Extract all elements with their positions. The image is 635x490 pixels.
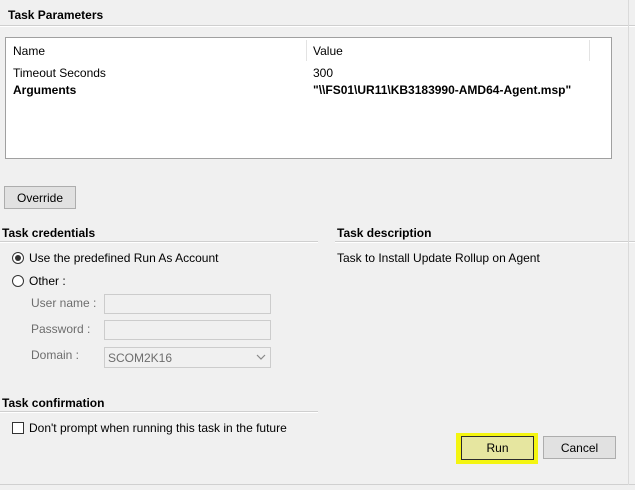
task-description-title: Task description — [337, 226, 432, 240]
column-header-value[interactable]: Value — [313, 44, 343, 58]
dont-prompt-label[interactable]: Don't prompt when running this task in t… — [29, 421, 287, 435]
task-credentials-title: Task credentials — [2, 226, 96, 240]
dont-prompt-checkbox[interactable] — [12, 422, 24, 434]
task-parameters-list[interactable]: Name Value Timeout Seconds 300 Arguments… — [5, 37, 612, 159]
window-right-edge — [628, 0, 629, 485]
task-parameters-title: Task Parameters — [8, 8, 104, 22]
param-name: Timeout Seconds — [13, 66, 106, 80]
cancel-button[interactable]: Cancel — [543, 436, 616, 459]
section-divider-highlight — [0, 26, 635, 27]
task-confirmation-title: Task confirmation — [2, 396, 105, 410]
username-input[interactable] — [104, 294, 271, 314]
password-input[interactable] — [104, 320, 271, 340]
param-name: Arguments — [13, 83, 77, 97]
other-account-radio[interactable] — [12, 275, 24, 287]
column-separator[interactable] — [306, 40, 307, 61]
chevron-down-icon — [256, 354, 266, 360]
predefined-account-radio[interactable] — [12, 252, 24, 264]
param-value: "\\FS01\UR11\KB3183990-AMD64-Agent.msp" — [313, 83, 572, 97]
param-value: 300 — [313, 66, 334, 80]
column-header-name[interactable]: Name — [13, 44, 45, 58]
section-divider-highlight — [335, 242, 635, 243]
other-account-label[interactable]: Other : — [29, 274, 66, 288]
password-label: Password : — [31, 322, 91, 336]
username-label: User name : — [31, 296, 97, 310]
domain-select-value: SCOM2K16 — [108, 351, 173, 365]
column-separator[interactable] — [589, 40, 590, 61]
section-divider-highlight — [0, 412, 318, 413]
radio-selected-dot — [15, 255, 21, 261]
override-button[interactable]: Override — [4, 186, 76, 209]
predefined-account-label[interactable]: Use the predefined Run As Account — [29, 251, 218, 265]
domain-label: Domain : — [31, 348, 80, 362]
run-button[interactable]: Run — [461, 436, 534, 460]
section-divider-highlight — [0, 242, 318, 243]
domain-select[interactable]: SCOM2K16 — [104, 347, 271, 368]
window-bottom-edge — [0, 484, 635, 485]
task-description-text: Task to Install Update Rollup on Agent — [337, 251, 540, 265]
